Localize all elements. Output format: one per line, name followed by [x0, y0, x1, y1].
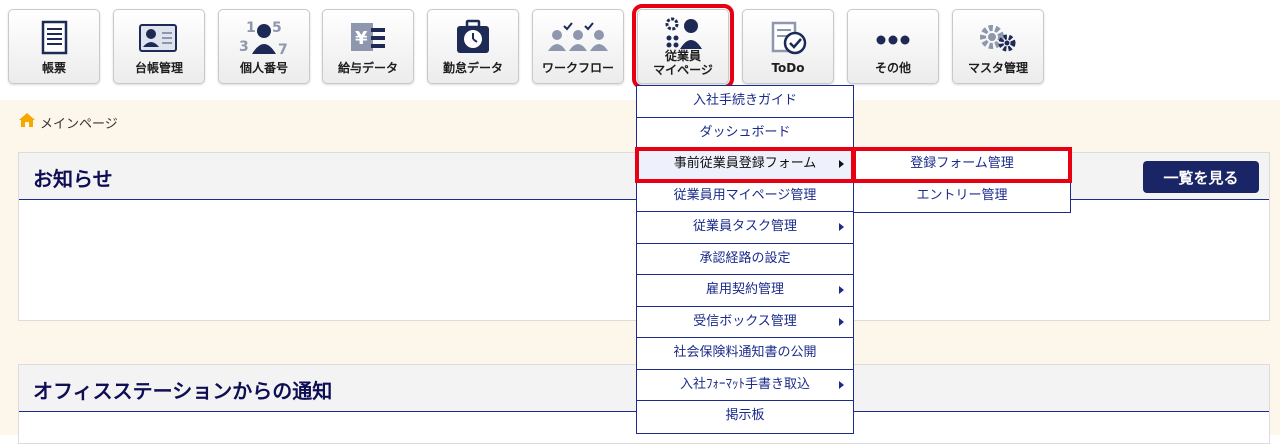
toolbar-label-line2: マイページ: [653, 63, 713, 77]
svg-text:¥: ¥: [355, 28, 368, 49]
svg-text:5: 5: [272, 20, 282, 36]
submenu-arrow-icon: [839, 160, 844, 168]
gears-icon: [953, 18, 1043, 58]
menu-item-employee-task-management[interactable]: 従業員タスク管理: [637, 212, 853, 244]
toolbar-label: 給与データ: [337, 61, 398, 75]
toolbar-button-todo[interactable]: ToDo: [742, 9, 834, 84]
toolbar-label: 勤怠データ: [442, 61, 503, 75]
id-card-icon: [114, 18, 204, 58]
todo-check-icon: [743, 18, 833, 58]
toolbar-button-attendance-data[interactable]: 勤怠データ: [427, 9, 519, 84]
employee-mypage-menu: 入社手続きガイド ダッシュボード 事前従業員登録フォーム 従業員用マイページ管理…: [635, 85, 855, 434]
menu-item-insurance-notice-publish[interactable]: 社会保険料通知書の公開: [637, 338, 853, 370]
submenu-arrow-icon: [839, 223, 844, 231]
more-dots-icon: [848, 18, 938, 58]
toolbar-label: ToDo: [771, 61, 805, 75]
menu-item-employment-contract[interactable]: 雇用契約管理: [637, 275, 853, 307]
toolbar-button-reports[interactable]: 帳票: [8, 9, 100, 84]
menu-item-label: 従業員タスク管理: [692, 219, 797, 234]
submenu-item-form-management[interactable]: 登録フォーム管理: [852, 147, 1072, 183]
toolbar-label: その他: [874, 61, 911, 75]
toolbar-label-line1: 従業員: [664, 49, 701, 63]
clock-bag-icon: [428, 18, 518, 58]
office-notice-panel-title: オフィスステーションからの通知: [33, 379, 333, 403]
workflow-people-icon: [533, 18, 623, 58]
toolbar-button-employee-mypage[interactable]: 従業員 マイページ: [632, 4, 734, 89]
toolbar-label: 従業員 マイページ: [638, 49, 728, 77]
toolbar-label: 帳票: [41, 61, 66, 75]
person-number-icon: 3 5 1 7: [219, 18, 309, 58]
menu-item-inbox-management[interactable]: 受信ボックス管理: [637, 307, 853, 338]
menu-item-label: 受信ボックス管理: [693, 313, 797, 329]
submenu-arrow-icon: [839, 286, 844, 294]
menu-item-handwritten-import[interactable]: 入社ﾌｫｰﾏｯﾄ手書き取込: [637, 370, 853, 401]
toolbar-button-salary-data[interactable]: ¥ 給与データ: [322, 9, 414, 84]
menu-item-label: 雇用契約管理: [705, 282, 784, 297]
menu-item-employee-mypage-management[interactable]: 従業員用マイページ管理: [637, 181, 853, 212]
toolbar-label: 台帳管理: [134, 61, 183, 75]
toolbar-button-other[interactable]: その他: [847, 9, 939, 84]
toolbar-label: 個人番号: [239, 61, 288, 75]
svg-text:1: 1: [246, 20, 256, 36]
toolbar-label: ワークフロー: [541, 61, 614, 75]
svg-text:7: 7: [278, 42, 288, 58]
menu-item-dashboard[interactable]: ダッシュボード: [637, 118, 853, 149]
menu-item-bulletin-board[interactable]: 掲示板: [637, 401, 853, 433]
toolbar-button-master-management[interactable]: マスタ管理: [952, 9, 1044, 84]
menu-item-approval-route[interactable]: 承認経路の設定: [637, 244, 853, 275]
employee-gear-icon: [638, 15, 728, 51]
menu-item-onboarding-guide[interactable]: 入社手続きガイド: [637, 86, 853, 118]
submenu-arrow-icon: [839, 380, 844, 389]
toolbar-label: マスタ管理: [967, 61, 1028, 75]
toolbar-button-ledger[interactable]: 台帳管理: [113, 9, 205, 84]
home-icon[interactable]: [18, 112, 36, 132]
menu-item-label: 入社ﾌｫｰﾏｯﾄ手書き取込: [679, 376, 810, 392]
submenu-arrow-icon: [839, 317, 844, 326]
notice-panel-title: お知らせ: [33, 167, 113, 191]
view-all-button[interactable]: 一覧を見る: [1143, 161, 1259, 193]
salary-yen-icon: ¥: [323, 18, 413, 58]
menu-item-label: 事前従業員登録フォーム: [673, 156, 817, 171]
toolbar-button-personal-number[interactable]: 3 5 1 7 個人番号: [218, 9, 310, 84]
submenu-item-entry-management[interactable]: エントリー管理: [854, 181, 1070, 213]
menu-item-pre-registration-form[interactable]: 事前従業員登録フォーム: [635, 147, 855, 183]
svg-text:3: 3: [239, 39, 249, 55]
breadcrumb-item[interactable]: メインページ: [40, 113, 118, 132]
breadcrumb: メインページ: [18, 112, 118, 132]
pre-registration-submenu: 登録フォーム管理 エントリー管理: [852, 147, 1072, 213]
toolbar-button-workflow[interactable]: ワークフロー: [532, 9, 624, 84]
document-list-icon: [9, 18, 99, 58]
